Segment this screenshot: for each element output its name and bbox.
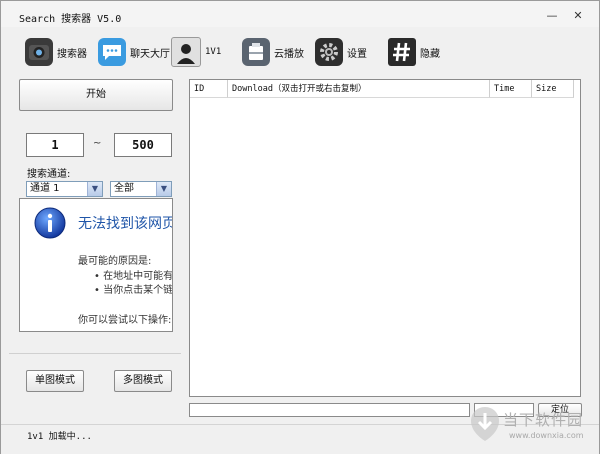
toolbar-label: 隐藏 (420, 48, 440, 60)
status-text: 1v1 加载中... (27, 432, 92, 442)
channel-select-value: 通道 1 (30, 183, 60, 194)
range-separator: ~ (93, 138, 102, 149)
watermark: 当下软件园 www.downxia.com (469, 401, 593, 449)
toolbar-label: 云播放 (274, 48, 304, 60)
column-header-id[interactable]: ID (190, 80, 228, 98)
user-silhouette-icon (171, 37, 201, 67)
toolbar-label: 1V1 (205, 47, 222, 57)
range-from-field[interactable]: 1 (26, 133, 84, 157)
toolbar-1v1[interactable]: 1V1 (171, 37, 221, 67)
column-header-download[interactable]: Download（双击打开或右击复制） (228, 80, 490, 98)
toolbar-hide[interactable]: 隐藏 (388, 37, 440, 67)
channel-label: 搜索通道: (27, 169, 71, 180)
channel-select[interactable]: 通道 1 ▼ (26, 181, 103, 197)
close-button[interactable]: ✕ (569, 9, 587, 23)
filter-select-value: 全部 (114, 183, 134, 194)
info-icon (34, 207, 66, 239)
hash-icon (388, 38, 416, 66)
cloud-play-icon (242, 38, 270, 66)
camera-icon (25, 38, 53, 66)
toolbar: 搜索器 聊天大厅 1V1 云播放 设置 隐藏 (1, 27, 599, 75)
watermark-brand: 当下软件园 (503, 411, 584, 429)
embedded-browser: 无法找到该网页 最可能的原因是: • 在地址中可能有 • 当你点击某个链 你可以… (19, 198, 173, 332)
filter-select[interactable]: 全部 ▼ (110, 181, 172, 197)
single-image-mode-button[interactable]: 单图模式 (26, 370, 84, 392)
error-try-text: 你可以尝试以下操作: (78, 315, 172, 326)
column-header-time[interactable]: Time (490, 80, 532, 98)
error-heading: 无法找到该网页 (78, 216, 173, 232)
chat-bubble-icon (98, 38, 126, 66)
results-list[interactable]: ID Download（双击打开或右击复制） Time Size (189, 79, 581, 397)
window-title: Search 搜索器 V5.0 (19, 14, 122, 25)
toolbar-label: 聊天大厅 (130, 48, 170, 60)
url-input[interactable] (189, 403, 470, 417)
toolbar-label: 搜索器 (57, 48, 87, 60)
multi-image-mode-button[interactable]: 多图模式 (114, 370, 172, 392)
start-button[interactable]: 开始 (19, 79, 173, 111)
range-to-field[interactable]: 500 (114, 133, 172, 157)
chevron-down-icon: ▼ (156, 182, 171, 196)
gear-icon (315, 38, 343, 66)
minimize-button[interactable]: — (543, 9, 561, 23)
app-window: Search 搜索器 V5.0 — ✕ 搜索器 聊天大厅 1V1 云播放 设置 … (0, 0, 600, 454)
watermark-url: www.downxia.com (509, 431, 584, 440)
toolbar-searcher[interactable]: 搜索器 (25, 37, 87, 67)
chevron-down-icon: ▼ (87, 182, 102, 196)
error-bullet: • 在地址中可能有 (94, 271, 173, 282)
error-reason-title: 最可能的原因是: (78, 256, 152, 267)
toolbar-chat-hall[interactable]: 聊天大厅 (98, 37, 170, 67)
toolbar-cloud-play[interactable]: 云播放 (242, 37, 304, 67)
toolbar-label: 设置 (347, 48, 367, 60)
divider (9, 353, 181, 354)
title-bar: Search 搜索器 V5.0 — ✕ (1, 1, 599, 27)
toolbar-settings[interactable]: 设置 (315, 37, 367, 67)
download-site-logo-icon (469, 405, 501, 443)
column-header-size[interactable]: Size (532, 80, 574, 98)
error-bullet: • 当你点击某个链 (94, 285, 173, 296)
